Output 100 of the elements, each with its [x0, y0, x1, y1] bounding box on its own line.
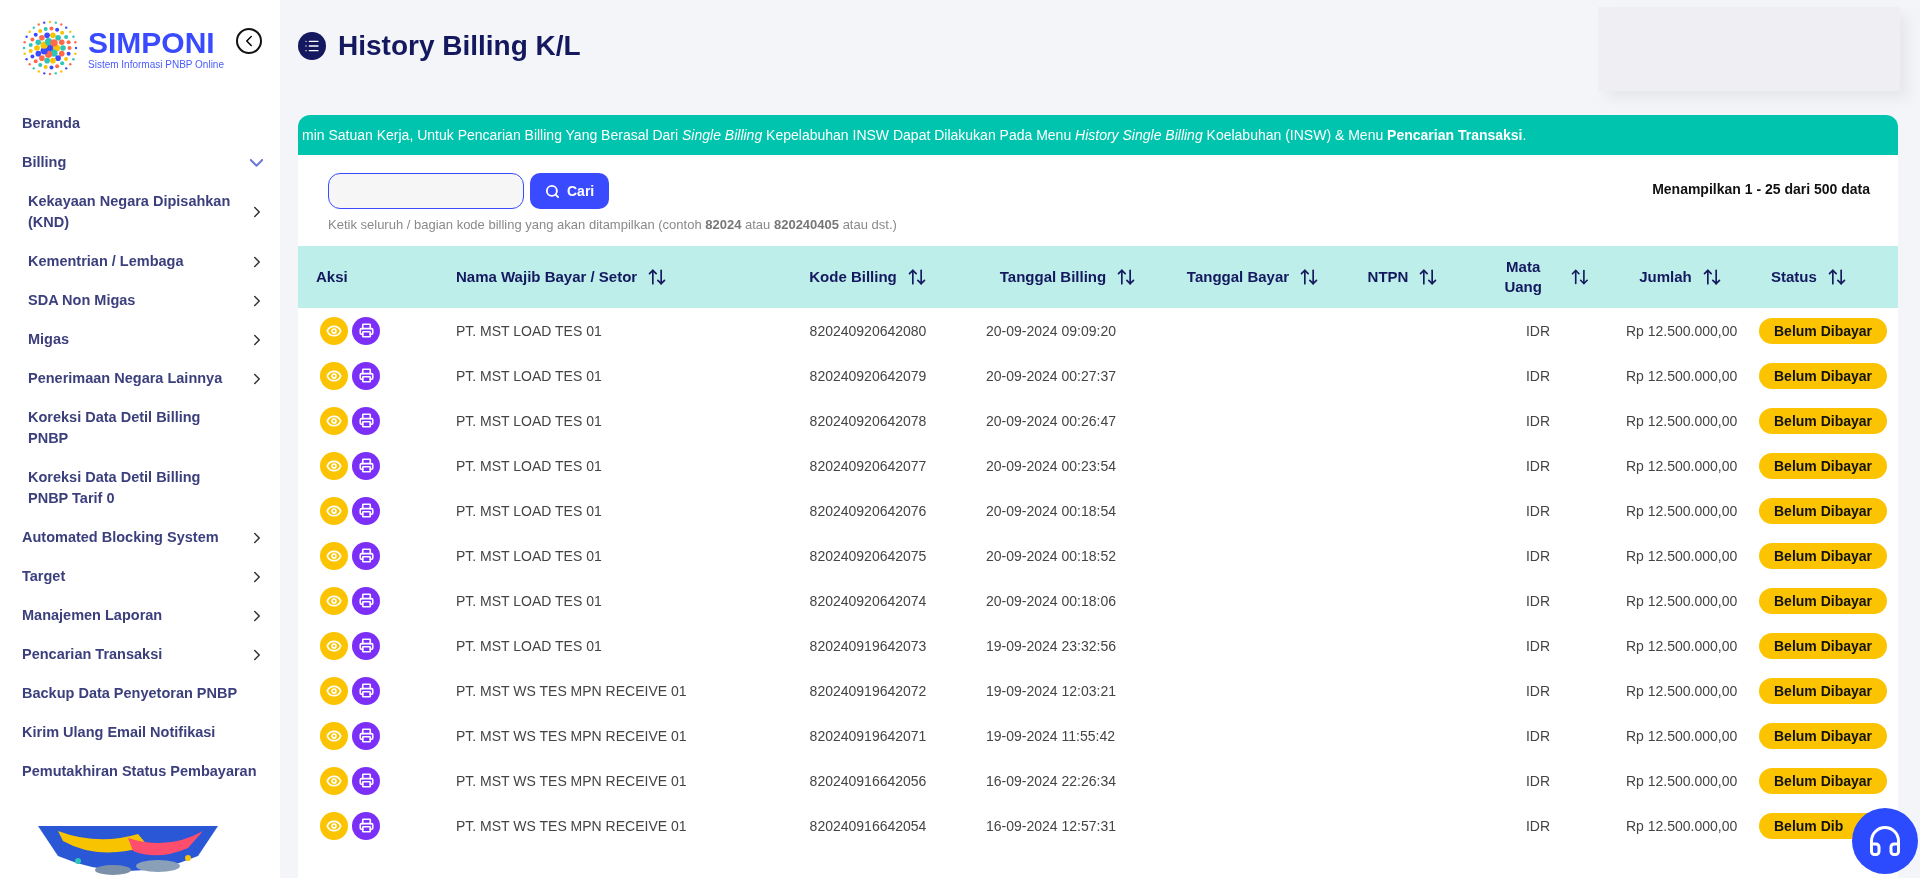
table-cell: PT. MST WS TES MPN RECEIVE 01 [456, 682, 687, 699]
printer-icon [358, 503, 374, 518]
search-icon [545, 183, 560, 199]
print-button[interactable] [352, 631, 380, 660]
printer-icon [358, 728, 374, 743]
sort-icon[interactable] [1570, 267, 1590, 287]
table-cell: Rp 12.500.000,00 [1626, 547, 1738, 564]
table-cell: PT. MST LOAD TES 01 [456, 367, 602, 384]
table-cell: 820240916642056 [809, 772, 927, 789]
table-cell: IDR [1525, 772, 1551, 789]
table-cell: IDR [1525, 412, 1551, 429]
sort-icon[interactable] [906, 267, 927, 287]
status-badge: Belum Dibayar [1759, 407, 1888, 434]
table-cell: 20-09-2024 00:27:37 [986, 367, 1116, 384]
print-button[interactable] [352, 361, 380, 390]
table-cell: 20-09-2024 09:09:20 [986, 322, 1116, 339]
column-header[interactable]: Kode Billing [809, 267, 897, 287]
print-button[interactable] [352, 586, 380, 615]
printer-icon [358, 458, 374, 473]
table-cell: 820240920642078 [809, 412, 927, 429]
column-header[interactable]: Mata Uang [1486, 257, 1561, 297]
status-badge: Belum Dibayar [1759, 767, 1888, 794]
print-button[interactable] [352, 451, 380, 480]
sidebar-item[interactable]: Automated Blocking System [0, 518, 280, 557]
table-cell: 820240919642071 [809, 727, 927, 744]
result-summary: Menampilkan 1 - 25 dari 500 data [1652, 181, 1870, 199]
print-button[interactable] [352, 496, 380, 525]
sidebar-item[interactable]: Backup Data Penyetoran PNBP [0, 674, 280, 713]
sidebar-item[interactable]: Pencarian Transaksi [0, 635, 280, 674]
sort-icon[interactable] [1299, 267, 1320, 287]
table-cell: 820240919642073 [809, 637, 927, 654]
table-cell: IDR [1525, 547, 1551, 564]
sort-icon[interactable] [1701, 267, 1722, 287]
sidebar-item[interactable]: Target [0, 557, 280, 596]
printer-icon [358, 323, 374, 338]
print-button[interactable] [352, 721, 380, 750]
sidebar-item[interactable]: Billing [0, 143, 280, 182]
status-badge: Belum Dibayar [1759, 362, 1888, 389]
status-badge: Belum Dibayar [1759, 587, 1888, 614]
table-cell: Rp 12.500.000,00 [1626, 637, 1738, 654]
sidebar-item[interactable]: Penerimaan Negara Lainnya [0, 359, 280, 398]
table-cell: PT. MST LOAD TES 01 [456, 637, 602, 654]
logo-name: SIMPONI [88, 26, 216, 59]
print-button[interactable] [352, 406, 380, 435]
status-badge: Belum Dibayar [1759, 677, 1888, 704]
column-header[interactable]: Nama Wajib Bayar / Setor [456, 267, 638, 287]
info-banner: min Satuan Kerja, Untuk Pencarian Billing Yang Berasal Dari Single Billing Kepelabuhan INSW Dapat Dilakukan Pada Menu History Single Billing Koelabuhan (INSW) & Menu Pencarian Transaksi. [298, 115, 1898, 155]
column-header[interactable]: NTPN [1367, 267, 1409, 287]
table-cell: 20-09-2024 00:26:47 [986, 412, 1116, 429]
sidebar-item[interactable]: Migas [0, 320, 280, 359]
collapse-button[interactable] [236, 28, 262, 54]
print-button[interactable] [352, 766, 380, 795]
column-header[interactable]: Aksi [316, 267, 348, 287]
sidebar-item[interactable]: Koreksi Data Detil Billing PNBP [0, 398, 280, 458]
table-cell: IDR [1525, 637, 1551, 654]
column-header[interactable]: Tanggal Bayar [1186, 267, 1290, 287]
search-button[interactable]: Cari [530, 173, 610, 209]
column-header[interactable]: Status [1771, 267, 1817, 287]
table-cell: Rp 12.500.000,00 [1626, 412, 1738, 429]
print-button[interactable] [352, 811, 380, 840]
sidebar-item[interactable]: Koreksi Data Detil Billing PNBP Tarif 0 [0, 458, 280, 518]
column-header[interactable]: Tanggal Billing [999, 267, 1107, 287]
sidebar-item[interactable]: SDA Non Migas [0, 281, 280, 320]
table-cell: 16-09-2024 22:26:34 [986, 772, 1116, 789]
table-cell: 820240920642080 [809, 322, 927, 339]
table-cell: PT. MST LOAD TES 01 [456, 322, 602, 339]
table-cell: 20-09-2024 00:23:54 [986, 457, 1116, 474]
sidebar-item[interactable]: Kirim Ulang Email Notifikasi [0, 713, 280, 752]
print-button[interactable] [352, 316, 380, 345]
page-title: History Billing K/L [338, 30, 581, 62]
printer-icon [358, 548, 374, 563]
table-cell: IDR [1525, 502, 1551, 519]
print-button[interactable] [352, 541, 380, 570]
table-cell: 820240920642074 [809, 592, 927, 609]
table-cell: Rp 12.500.000,00 [1626, 682, 1738, 699]
sidebar-item[interactable]: Kekayaan Negara Dipisahkan (KND) [0, 182, 280, 242]
sidebar-item[interactable]: Beranda [0, 104, 280, 143]
table-cell: 19-09-2024 23:32:56 [986, 637, 1116, 654]
status-badge: Belum Dibayar [1759, 452, 1888, 479]
headset-icon [1867, 823, 1903, 859]
sidebar-item[interactable]: Manajemen Laporan [0, 596, 280, 635]
table-cell: 820240920642075 [809, 547, 927, 564]
sidebar-item[interactable]: Kementrian / Lembaga [0, 242, 280, 281]
search-field[interactable] [328, 173, 524, 209]
status-badge: Belum Dibayar [1759, 632, 1888, 659]
sort-icon[interactable] [1116, 267, 1137, 287]
table-cell: IDR [1525, 817, 1551, 834]
column-header[interactable]: Jumlah [1639, 267, 1692, 287]
sort-icon[interactable] [1826, 267, 1847, 287]
table-cell: 820240920642077 [809, 457, 927, 474]
logo-icon [20, 18, 80, 78]
sort-icon[interactable] [647, 267, 668, 287]
table-cell: Rp 12.500.000,00 [1626, 592, 1738, 609]
table-cell: 16-09-2024 12:57:31 [986, 817, 1116, 834]
table-cell: IDR [1525, 682, 1551, 699]
printer-icon [358, 818, 374, 833]
sort-icon[interactable] [1418, 267, 1439, 287]
table-cell: PT. MST WS TES MPN RECEIVE 01 [456, 727, 687, 744]
sidebar-item[interactable]: Pemutakhiran Status Pembayaran [0, 752, 280, 791]
print-button[interactable] [352, 676, 380, 705]
